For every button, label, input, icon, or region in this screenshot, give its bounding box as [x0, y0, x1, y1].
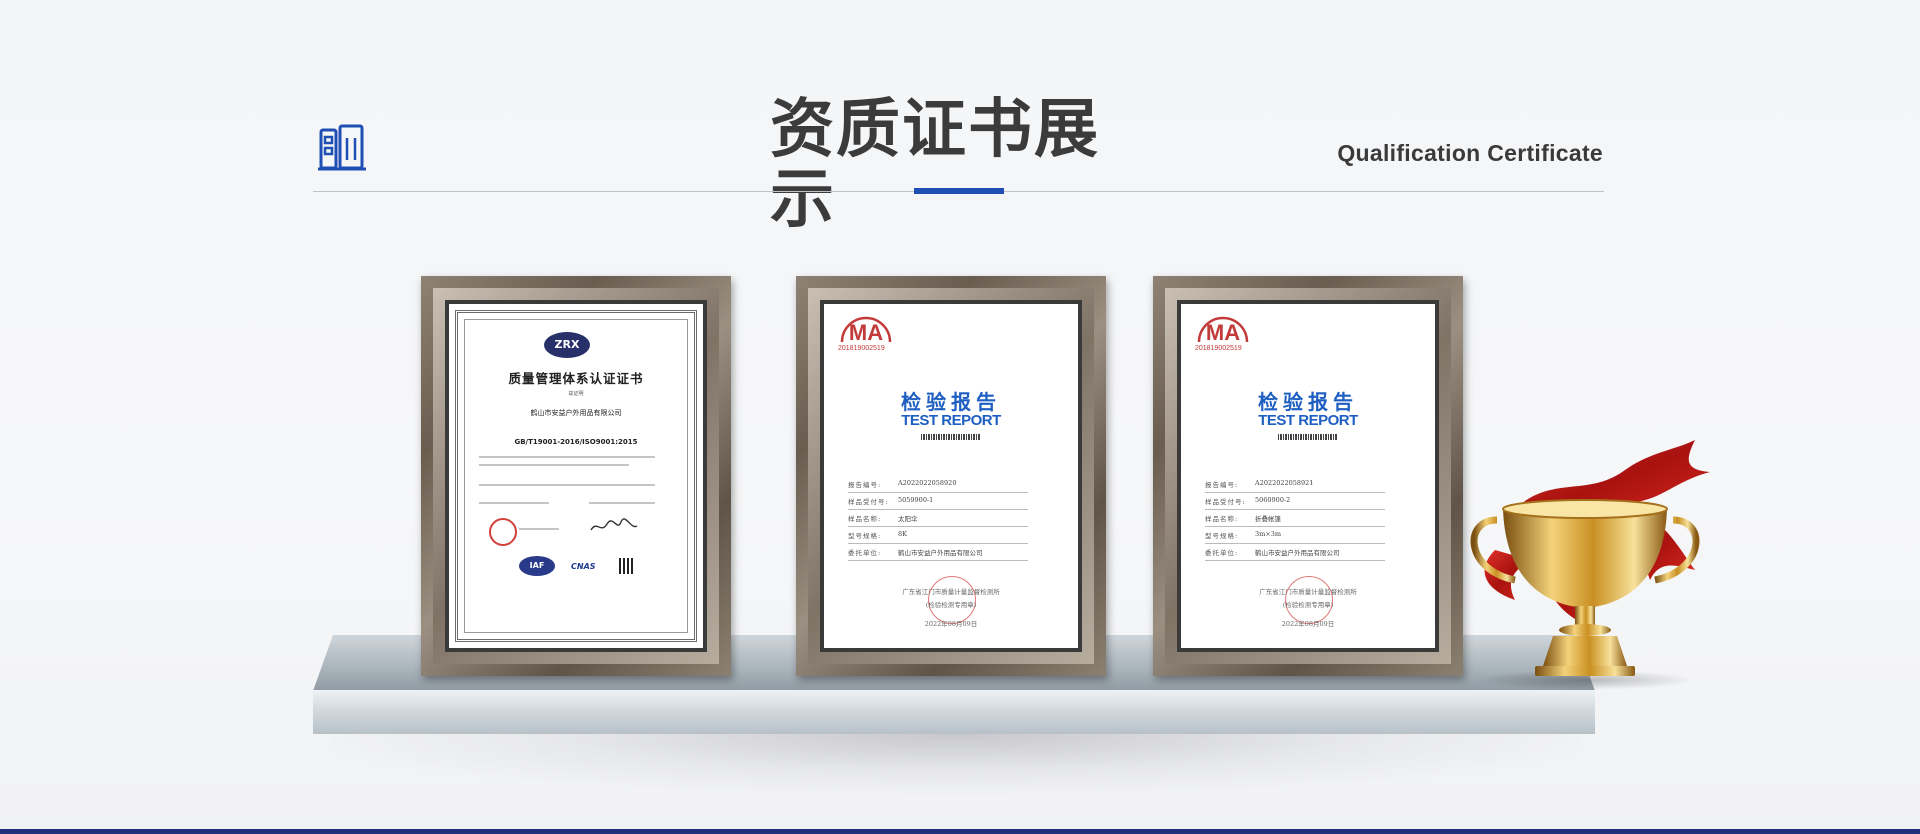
- ma-logo: MA: [1197, 316, 1249, 344]
- qr-code-icon: [619, 558, 635, 574]
- ma-logo: MA: [840, 316, 892, 344]
- report-title-en: TEST REPORT: [1258, 412, 1358, 429]
- report-field-row: 样品名称: 太阳伞: [848, 510, 1028, 527]
- cnas-mark: CNAS: [571, 562, 596, 571]
- report-title-cn: 检验报告: [1258, 390, 1358, 414]
- section-subtitle: Qualification Certificate: [1337, 140, 1603, 166]
- trophy-icon: [1470, 440, 1710, 690]
- report-field-row: 型号规格: 8K: [848, 527, 1028, 544]
- report-field-row: 样品受付号: 5059900-1: [848, 493, 1028, 510]
- report-field-row: 报告编号: A2022022058921: [1205, 476, 1385, 493]
- test-report-frame[interactable]: MA 201819002519 检验报告 TEST REPORT 报告编号: A2…: [796, 276, 1106, 676]
- report-date: 2022年08月09日: [1281, 620, 1335, 628]
- certificate-frame[interactable]: ZRX 质量管理体系认证证书 兹证明 鹤山市安益户外用品有限公司 GB/T190…: [421, 276, 731, 676]
- barcode-icon: [921, 434, 981, 440]
- report-field-row: 型号规格: 3m×3m: [1205, 527, 1385, 544]
- zrx-logo: ZRX: [544, 332, 590, 358]
- signature-icon: [590, 518, 638, 531]
- report-fields: 报告编号: A2022022058920 样品受付号: 5059900-1 样品名称…: [848, 476, 1028, 561]
- report-field-row: 委托单位: 鹤山市安益户外用品有限公司: [1205, 544, 1385, 561]
- title-accent-bar: [914, 188, 1004, 194]
- report-field-row: 样品受付号: 5060900-2: [1205, 493, 1385, 510]
- ma-number: 201819002519: [1195, 345, 1242, 352]
- report-issuer: 广东省江门市质量计量监督检测所: [902, 588, 1000, 596]
- qualification-section: 资质证书展示 Qualification Certificate ZRX 质量管…: [0, 0, 1920, 834]
- report-seal-note: (检验检测专用章): [1282, 601, 1334, 609]
- bottom-accent-bar: [0, 829, 1920, 834]
- report-field-row: 样品名称: 折叠帐篷: [1205, 510, 1385, 527]
- report-seal-note: (检验检测专用章): [925, 601, 977, 609]
- ma-mark: MA: [849, 320, 883, 344]
- shelf-shadow: [330, 734, 1580, 794]
- report-title-en: TEST REPORT: [901, 412, 1001, 429]
- report-date: 2022年08月09日: [924, 620, 978, 628]
- report-field-row: 委托单位: 鹤山市安益户外用品有限公司: [848, 544, 1028, 561]
- iaf-mark: IAF: [519, 556, 555, 576]
- building-icon: [318, 124, 366, 171]
- report-title-cn: 检验报告: [901, 390, 1001, 414]
- certificate-title: 质量管理体系认证证书: [508, 371, 644, 386]
- report-fields: 报告编号: A2022022058921 样品受付号: 5060900-2 样品名称…: [1205, 476, 1385, 561]
- certificate-standard: GB/T19001-2016/ISO9001:2015: [514, 438, 638, 446]
- report-issuer: 广东省江门市质量计量监督检测所: [1259, 588, 1357, 596]
- ma-number: 201819002519: [838, 345, 885, 352]
- red-seal-icon: [489, 518, 517, 546]
- report-field-row: 报告编号: A2022022058920: [848, 476, 1028, 493]
- test-report: MA 201819002519 检验报告 TEST REPORT 报告编号: A2…: [824, 304, 1078, 648]
- ma-mark: MA: [1206, 320, 1240, 344]
- test-report-frame[interactable]: MA 201819002519 检验报告 TEST REPORT 报告编号: A2…: [1153, 276, 1463, 676]
- certificate-subtitle: 兹证明: [568, 391, 584, 397]
- test-report: MA 201819002519 检验报告 TEST REPORT 报告编号: A2…: [1181, 304, 1435, 648]
- section-title: 资质证书展示: [770, 93, 1100, 237]
- shelf-front: [313, 690, 1595, 734]
- certificate-company: 鹤山市安益户外用品有限公司: [530, 409, 622, 417]
- iso-certificate: ZRX 质量管理体系认证证书 兹证明 鹤山市安益户外用品有限公司 GB/T190…: [449, 304, 703, 648]
- barcode-icon: [1278, 434, 1338, 440]
